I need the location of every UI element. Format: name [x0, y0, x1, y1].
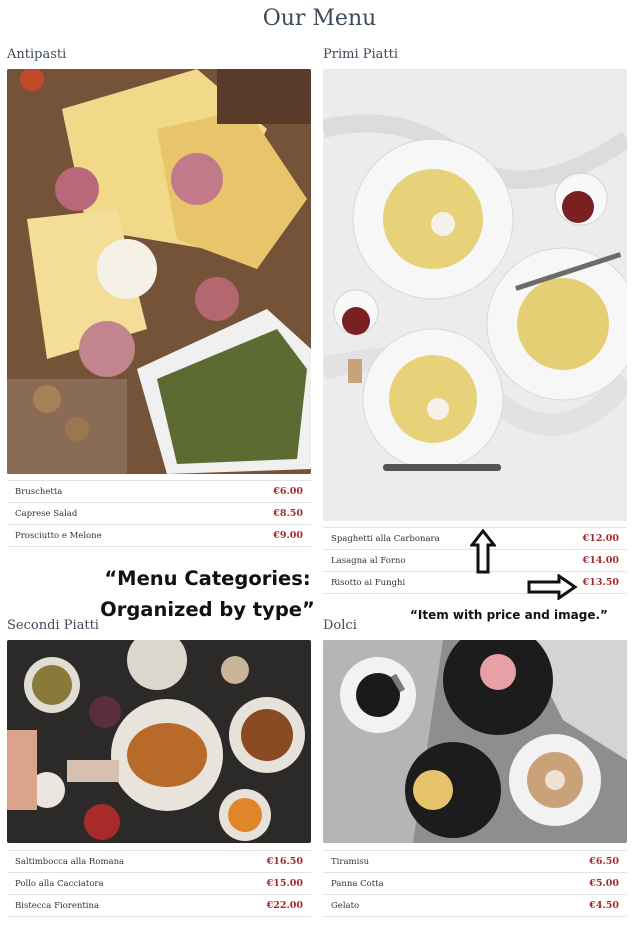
- page-title: Our Menu: [262, 6, 377, 31]
- primi-piatti-photo: [323, 69, 627, 521]
- list-item[interactable]: Panna Cotta €5.00: [323, 873, 627, 895]
- dolci-photo: [323, 640, 627, 843]
- item-list-secondi-piatti: Saltimbocca alla Romana €16.50 Pollo all…: [7, 850, 311, 917]
- list-item[interactable]: Risotto ai Funghi €13.50: [323, 572, 627, 594]
- category-title-secondi-piatti: Secondi Piatti: [7, 618, 99, 633]
- item-name: Spaghetti alla Carbonara: [331, 533, 440, 544]
- item-price: €15.00: [266, 878, 303, 889]
- category-title-antipasti: Antipasti: [7, 47, 67, 62]
- list-item[interactable]: Tiramisu €6.50: [323, 851, 627, 873]
- antipasti-photo: [7, 69, 311, 474]
- annotation-item-note: “Item with price and image.”: [410, 608, 608, 622]
- item-price: €22.00: [266, 900, 303, 911]
- item-name: Lasagna al Forno: [331, 555, 406, 566]
- item-price: €9.00: [273, 530, 303, 541]
- item-price: €6.00: [273, 486, 303, 497]
- category-title-primi-piatti: Primi Piatti: [323, 47, 398, 62]
- item-name: Saltimbocca alla Romana: [15, 856, 125, 867]
- item-name: Pollo alla Cacciatora: [15, 878, 104, 889]
- item-list-antipasti: Bruschetta €6.00 Caprese Salad €8.50 Pro…: [7, 480, 311, 547]
- list-item[interactable]: Bistecca Fiorentina €22.00: [7, 895, 311, 917]
- item-list-dolci: Tiramisu €6.50 Panna Cotta €5.00 Gelato …: [323, 850, 627, 917]
- item-price: €12.00: [582, 533, 619, 544]
- item-price: €14.00: [582, 555, 619, 566]
- item-name: Prosciutto e Melone: [15, 530, 102, 541]
- secondi-piatti-photo: [7, 640, 311, 843]
- item-name: Caprese Salad: [15, 508, 78, 519]
- arrow-right-icon: [527, 574, 578, 600]
- item-name: Panna Cotta: [331, 878, 384, 889]
- item-name: Gelato: [331, 900, 360, 911]
- category-title-dolci: Dolci: [323, 618, 357, 633]
- item-name: Bistecca Fiorentina: [15, 900, 100, 911]
- item-price: €16.50: [266, 856, 303, 867]
- list-item[interactable]: Saltimbocca alla Romana €16.50: [7, 851, 311, 873]
- item-name: Bruschetta: [15, 486, 63, 497]
- list-item[interactable]: Caprese Salad €8.50: [7, 503, 311, 525]
- list-item[interactable]: Prosciutto e Melone €9.00: [7, 525, 311, 547]
- item-name: Tiramisu: [331, 856, 370, 867]
- annotation-line: “Menu Categories:: [104, 567, 311, 590]
- item-price: €4.50: [589, 900, 619, 911]
- list-item[interactable]: Bruschetta €6.00: [7, 481, 311, 503]
- item-price: €13.50: [582, 577, 619, 588]
- annotation-line: Organized by type”: [100, 598, 315, 621]
- list-item[interactable]: Gelato €4.50: [323, 895, 627, 917]
- arrow-up-icon: [470, 529, 496, 574]
- item-price: €5.00: [589, 878, 619, 889]
- item-price: €8.50: [273, 508, 303, 519]
- item-price: €6.50: [589, 856, 619, 867]
- annotation-categories: “Menu Categories: Organized by type”: [100, 563, 315, 625]
- list-item[interactable]: Pollo alla Cacciatora €15.00: [7, 873, 311, 895]
- item-name: Risotto ai Funghi: [331, 577, 406, 588]
